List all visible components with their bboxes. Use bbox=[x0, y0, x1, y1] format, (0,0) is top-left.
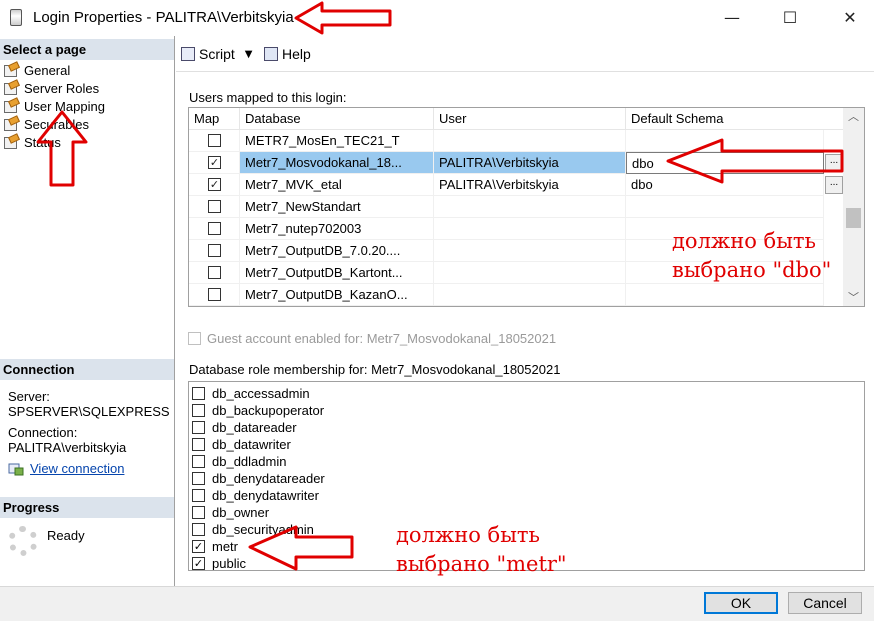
arrow-left-icon bbox=[666, 138, 844, 184]
arrow-left-icon bbox=[294, 1, 392, 35]
arrow-up-icon bbox=[36, 110, 88, 187]
annotation-dbo-line2: выбрано "dbo" bbox=[672, 258, 832, 282]
arrow-left-icon bbox=[248, 525, 354, 571]
annotation-dbo-line1: должно быть bbox=[672, 229, 816, 253]
annotation-metr-line1: должно быть bbox=[396, 523, 540, 547]
annotation-metr-line2: выбрано "metr" bbox=[396, 552, 567, 576]
